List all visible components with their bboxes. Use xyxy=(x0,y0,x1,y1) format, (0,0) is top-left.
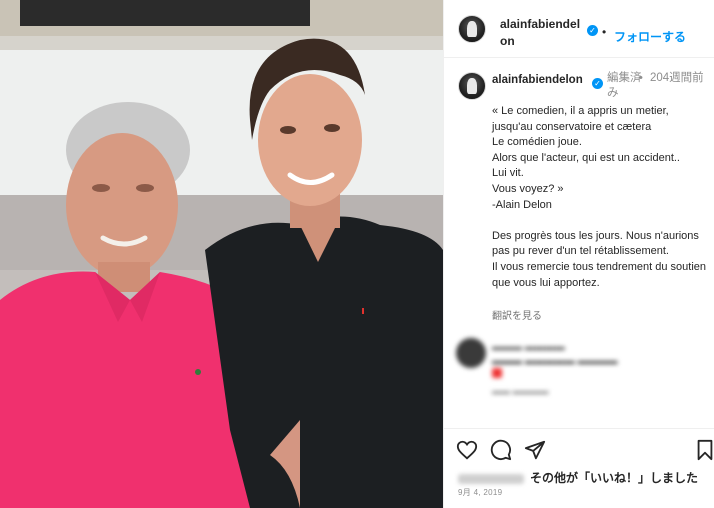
photo-illustration xyxy=(0,0,443,508)
likes-summary[interactable]: その他が「いいね！」しました xyxy=(458,469,698,486)
separator-dot: • xyxy=(639,72,643,84)
separator-dot: • xyxy=(602,25,607,39)
caption-block: alainfabiendelon ✓ 編集済み • 204週間前 « Le co… xyxy=(444,58,714,428)
likes-text: その他が「いいね！」しました xyxy=(530,471,699,485)
translate-link[interactable]: 翻訳を見る xyxy=(492,307,542,322)
heart-icon[interactable] xyxy=(456,439,478,461)
caption-avatar[interactable] xyxy=(458,72,486,100)
blurred-comment: ▬▬▬ ▬▬▬▬ ▬▬▬ ▬▬▬▬▬ ▬▬▬▬ ▬▬ ▬▬▬▬ xyxy=(444,338,714,408)
blurred-liker xyxy=(458,473,524,484)
share-icon[interactable] xyxy=(524,439,546,461)
bookmark-icon[interactable] xyxy=(694,439,714,461)
avatar[interactable] xyxy=(458,15,486,43)
verified-icon: ✓ xyxy=(592,78,603,89)
post-side-panel: alainfabiendelon ✓ • フォローする alainfabiend… xyxy=(443,0,714,508)
post-photo xyxy=(0,0,443,508)
post-header: alainfabiendelon ✓ • フォローする xyxy=(444,0,714,58)
comment-icon[interactable] xyxy=(490,439,512,461)
caption-username[interactable]: alainfabiendelon xyxy=(492,72,592,88)
post-time[interactable]: 204週間前 xyxy=(650,71,708,86)
caption-text: « Le comedien, il a appris un metier, ju… xyxy=(492,105,707,289)
post-actions: その他が「いいね！」しました 9月 4, 2019 xyxy=(444,428,714,508)
follow-button[interactable]: フォローする xyxy=(614,28,686,45)
post-date: 9月 4, 2019 xyxy=(458,488,503,497)
verified-icon: ✓ xyxy=(587,25,598,36)
comment-avatar xyxy=(456,338,486,368)
header-username[interactable]: alainfabiendelon xyxy=(500,16,586,50)
